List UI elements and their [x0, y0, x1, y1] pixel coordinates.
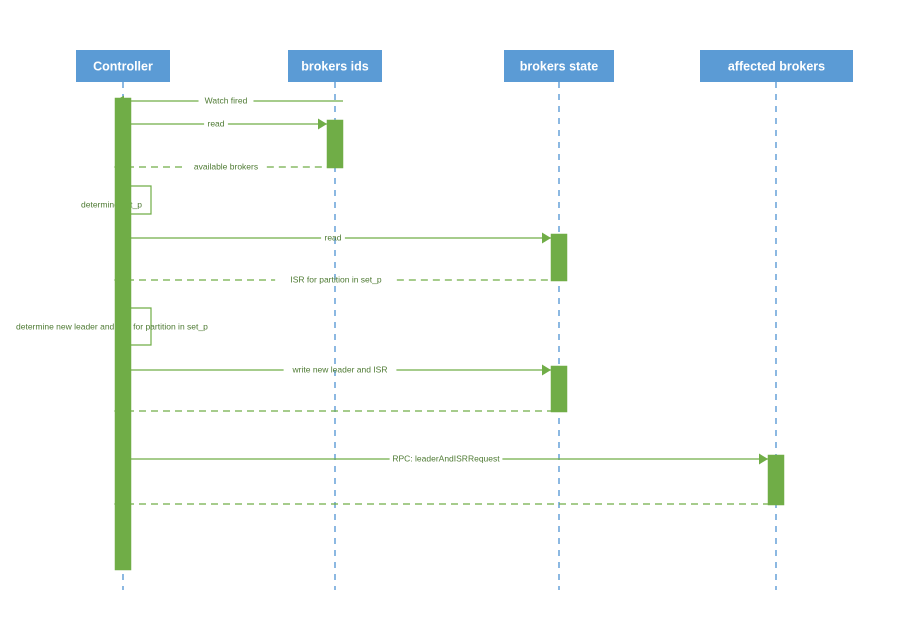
- participant-brokers-ids[interactable]: brokers ids: [288, 50, 382, 82]
- message-m2: read: [115, 118, 327, 130]
- activation-bar-affected-brokers: [767, 454, 785, 506]
- diagram-svg: Watch fired read available brokers determin…: [16, 50, 853, 590]
- participant-label: brokers ids: [301, 59, 368, 73]
- message-label: read: [207, 118, 224, 128]
- message-label: read: [324, 232, 341, 242]
- arrowhead-icon: [318, 118, 327, 130]
- message-m5: read: [115, 232, 551, 244]
- message-label: available brokers: [194, 161, 258, 171]
- participant-label: affected brokers: [728, 59, 825, 73]
- message-m8: write new leader and ISR: [115, 364, 551, 376]
- message-label: Watch fired: [205, 95, 248, 105]
- participant-affected-brokers[interactable]: affected brokers: [700, 50, 853, 82]
- message-label: determine set_p: [81, 199, 142, 209]
- message-m10: RPC: leaderAndISRRequest: [115, 453, 768, 465]
- participant-label: Controller: [93, 59, 153, 73]
- message-m6: ISR for partition in set_p: [113, 273, 567, 287]
- message-label: write new leader and ISR: [292, 364, 388, 374]
- arrowhead-icon: [542, 232, 551, 244]
- message-m9: [113, 404, 567, 418]
- message-label: RPC: leaderAndISRRequest: [392, 453, 500, 463]
- participant-label: brokers state: [520, 59, 599, 73]
- activation-bar-controller: [114, 97, 132, 571]
- lifelines-layer: [122, 82, 777, 590]
- message-label: ISR for partition in set_p: [290, 274, 381, 284]
- participant-brokers-state[interactable]: brokers state: [504, 50, 614, 82]
- participant-controller[interactable]: Controller: [76, 50, 170, 82]
- activation-bar-brokers-state: [550, 233, 568, 282]
- message-m7: determine new leader and ISR for partiti…: [16, 307, 208, 351]
- activation-bar-brokers-ids: [326, 119, 344, 169]
- arrowhead-icon: [759, 453, 768, 465]
- sequence-diagram-canvas: Watch fired read available brokers determin…: [0, 0, 900, 627]
- message-m1: Watch fired: [115, 95, 343, 107]
- message-label: determine new leader and ISR for partiti…: [16, 321, 208, 331]
- message-m11: [113, 497, 784, 511]
- activation-bar-brokers-state: [550, 365, 568, 413]
- message-m3: available brokers: [113, 160, 343, 174]
- participants-layer: Controller brokers ids brokers state affect…: [76, 50, 853, 82]
- arrowhead-icon: [542, 364, 551, 376]
